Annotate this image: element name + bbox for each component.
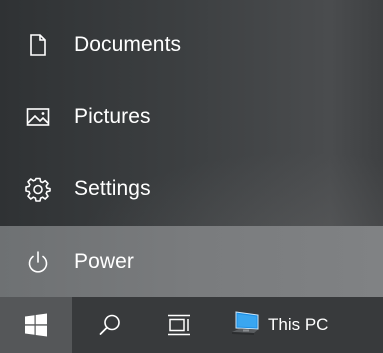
gear-icon bbox=[25, 176, 51, 202]
start-menu-item-power[interactable]: Power bbox=[0, 226, 383, 298]
this-pc-icon bbox=[228, 310, 262, 340]
picture-icon bbox=[25, 104, 51, 130]
start-menu-item-settings[interactable]: Settings bbox=[0, 153, 383, 225]
screen: Documents Pictures Settings Power This P… bbox=[0, 0, 383, 353]
start-menu-item-pictures[interactable]: Pictures bbox=[0, 81, 383, 153]
start-menu-item-label: Documents bbox=[74, 33, 182, 56]
document-icon bbox=[25, 32, 51, 58]
search-icon bbox=[98, 313, 122, 337]
this-pc-label: This PC bbox=[268, 315, 329, 334]
start-menu-item-label: Pictures bbox=[74, 105, 151, 128]
power-icon bbox=[25, 249, 51, 275]
start-menu-item-documents[interactable]: Documents bbox=[0, 9, 383, 81]
search-button[interactable] bbox=[78, 297, 142, 353]
start-menu-item-label: Power bbox=[74, 250, 135, 273]
task-view-icon bbox=[166, 313, 194, 337]
windows-logo-icon bbox=[24, 313, 48, 337]
start-menu: Documents Pictures Settings Power bbox=[0, 0, 383, 298]
taskbar: This PC bbox=[0, 297, 383, 353]
start-menu-item-label: Settings bbox=[74, 177, 151, 200]
task-view-button[interactable] bbox=[148, 297, 212, 353]
start-button[interactable] bbox=[0, 297, 72, 353]
this-pc-taskbar-button[interactable]: This PC bbox=[228, 297, 383, 353]
